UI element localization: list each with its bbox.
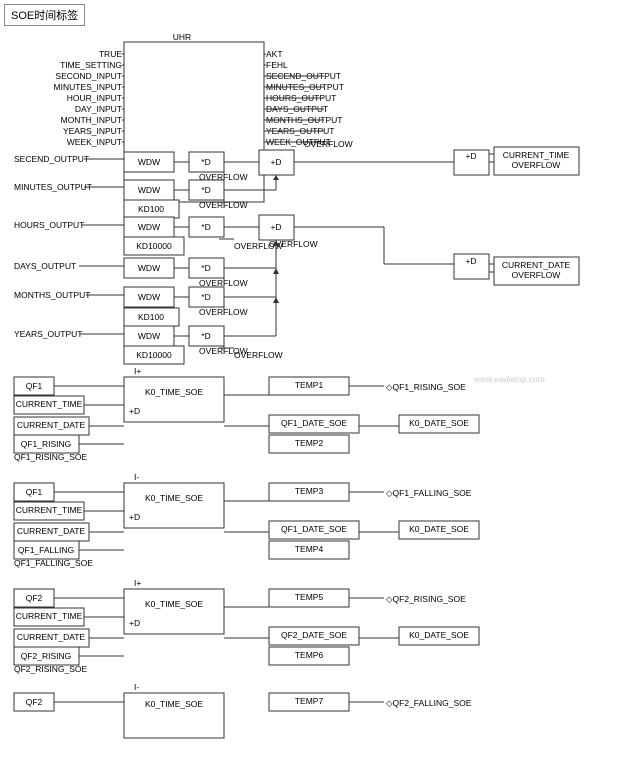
i-plus-2: I+ — [134, 578, 141, 588]
star-d2: *D — [201, 185, 210, 195]
plus-d3: +D — [270, 222, 281, 232]
temp2: TEMP2 — [295, 438, 324, 448]
star-d3: *D — [201, 222, 210, 232]
overflow7: OVERFLOW — [199, 307, 248, 317]
k0-time-soe-3: K0_TIME_SOE — [145, 599, 203, 609]
qf2-rising-block: QF2_RISING — [21, 651, 72, 661]
current-time-1: CURRENT_TIME — [16, 399, 83, 409]
overflow-current-time: OVERFLOW — [512, 160, 561, 170]
secend-output-left: SECEND_OUTPUT — [14, 154, 89, 164]
plus-d4: +D — [465, 256, 476, 266]
uhr-label: UHR — [173, 32, 191, 42]
k0-date-soe-2: K0_DATE_SOE — [409, 524, 469, 534]
kd100-1: KD100 — [138, 204, 164, 214]
temp4: TEMP4 — [295, 544, 324, 554]
qf2-block-1: QF2 — [26, 593, 43, 603]
input-minutes: MINUTES_INPUT — [54, 82, 122, 92]
i-minus-1: I- — [134, 472, 139, 482]
i-plus-1: I+ — [134, 366, 141, 376]
wdw5-label: WDW — [138, 292, 160, 302]
wdw2-label: WDW — [138, 185, 160, 195]
k0-time-soe-4: K0_TIME_SOE — [145, 699, 203, 709]
qf1-falling-soe-arrow: ◇QF1_FALLING_SOE — [386, 488, 472, 498]
overflow2: OVERFLOW — [304, 139, 353, 149]
wdw3-label: WDW — [138, 222, 160, 232]
temp3: TEMP3 — [295, 486, 324, 496]
diagram-area: text { font-family: Arial, sans-serif; f… — [0, 26, 640, 758]
star-d1: *D — [201, 157, 210, 167]
page-container: SOE时间标签 text { font-family: Arial, sans-… — [0, 0, 640, 758]
temp7: TEMP7 — [295, 696, 324, 706]
i-minus-2: I- — [134, 682, 139, 692]
current-date-3: CURRENT_DATE — [17, 632, 86, 642]
k0-time-soe-1: K0_TIME_SOE — [145, 387, 203, 397]
qf2-date-soe-1: QF2_DATE_SOE — [281, 630, 347, 640]
current-time-3: CURRENT_TIME — [16, 611, 83, 621]
qf1-block-1: QF1 — [26, 381, 43, 391]
qf1-rising-soe-arrow: ◇QF1_RISING_SOE — [386, 382, 466, 392]
qf2-block-2: QF2 — [26, 697, 43, 707]
input-hour: HOUR_INPUT — [67, 93, 122, 103]
temp1: TEMP1 — [295, 380, 324, 390]
overflow-current-date: OVERFLOW — [512, 270, 561, 280]
plus-d-soe2: +D — [129, 512, 140, 522]
qf2-rising-soe-arrow: ◇QF2_RISING_SOE — [386, 594, 466, 604]
current-time-box: CURRENT_TIME — [503, 150, 570, 160]
input-day: DAY_INPUT — [75, 104, 122, 114]
kd10000-2: KD10000 — [136, 350, 172, 360]
overflow9: OVERFLOW — [234, 350, 283, 360]
days-output-left: DAYS_OUTPUT — [14, 261, 76, 271]
plus-d-soe1: +D — [129, 406, 140, 416]
title-bar: SOE时间标签 — [4, 4, 85, 26]
input-month: MONTH_INPUT — [61, 115, 122, 125]
star-d5: *D — [201, 292, 210, 302]
plus-d1: +D — [270, 157, 281, 167]
qf1-date-soe-1: QF1_DATE_SOE — [281, 418, 347, 428]
ladder-diagram-svg: text { font-family: Arial, sans-serif; f… — [4, 32, 640, 752]
current-time-2: CURRENT_TIME — [16, 505, 83, 515]
temp6: TEMP6 — [295, 650, 324, 660]
plus-d-soe3: +D — [129, 618, 140, 628]
years-output-left: YEARS_OUTPUT — [14, 329, 83, 339]
k0-time-soe-2: K0_TIME_SOE — [145, 493, 203, 503]
overflow3: OVERFLOW — [199, 200, 248, 210]
input-week: WEEK_INPUT — [67, 137, 122, 147]
input-years: YEARS_INPUT — [63, 126, 122, 136]
plus-d2: +D — [465, 151, 476, 161]
qf1-rising-block: QF1_RISING — [21, 439, 72, 449]
temp5: TEMP5 — [295, 592, 324, 602]
current-date-1: CURRENT_DATE — [17, 420, 86, 430]
kd10000-1: KD10000 — [136, 241, 172, 251]
wdw4-label: WDW — [138, 263, 160, 273]
title-text: SOE时间标签 — [11, 10, 78, 22]
wdw6-label: WDW — [138, 331, 160, 341]
k0-date-soe-1: K0_DATE_SOE — [409, 418, 469, 428]
input-time-setting: TIME_SETTING — [60, 60, 122, 70]
k0-date-soe-3: K0_DATE_SOE — [409, 630, 469, 640]
qf1-date-soe-2: QF1_DATE_SOE — [281, 524, 347, 534]
output-akt: AKT — [266, 49, 283, 59]
hours-output-left: HOURS_OUTPUT — [14, 220, 84, 230]
star-d4: *D — [201, 263, 210, 273]
qf2-rising-soe-label: QF2_RISING_SOE — [14, 664, 88, 674]
qf1-rising-soe-label: QF1_RISING_SOE — [14, 452, 88, 462]
qf1-falling-soe-label: QF1_FALLING_SOE — [14, 558, 93, 568]
current-date-box: CURRENT_DATE — [502, 260, 571, 270]
kd100-2: KD100 — [138, 312, 164, 322]
months-output-left: MONTHS_OUTPUT — [14, 290, 91, 300]
input-true: TRUE — [99, 49, 122, 59]
input-second: SECOND_INPUT — [55, 71, 122, 81]
qf2-falling-soe-arrow: ◇QF2_FALLING_SOE — [386, 698, 472, 708]
minutes-output-left: MINUTES_OUTPUT — [14, 182, 92, 192]
star-d6: *D — [201, 331, 210, 341]
qf1-falling-block: QF1_FALLING — [18, 545, 74, 555]
output-fehl: FEHL — [266, 60, 288, 70]
qf1-block-2: QF1 — [26, 487, 43, 497]
watermark: www.eadianqi.com — [474, 374, 545, 384]
wdw1-label: WDW — [138, 157, 160, 167]
current-date-2: CURRENT_DATE — [17, 526, 86, 536]
